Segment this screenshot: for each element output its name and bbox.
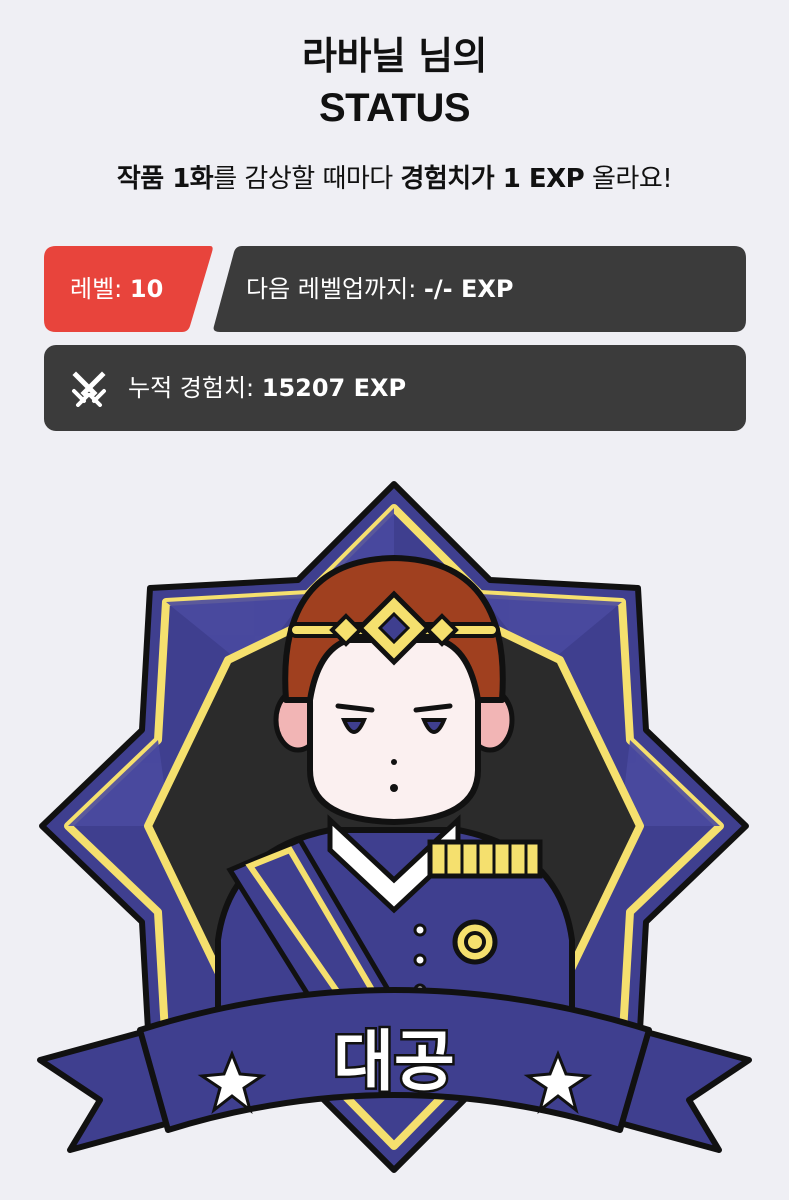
rank-badge-illustration: 대공 <box>37 481 752 1173</box>
total-exp-box: 누적 경험치: 15207 EXP <box>44 345 746 431</box>
next-levelup-box: 다음 레벨업까지: -/- EXP <box>212 246 746 332</box>
exp-info-bold-episode: 작품 1화 <box>116 164 214 194</box>
exp-info-text-2: 올라요! <box>584 164 673 194</box>
exp-info-bold-exp: 경험치가 1 EXP <box>400 164 585 194</box>
total-exp-label: 누적 경험치: <box>128 374 262 402</box>
page-title-status: STATUS <box>318 86 471 130</box>
level-value: 10 <box>129 275 164 303</box>
badge-title: 대공 <box>333 1023 454 1100</box>
exp-info-text: 작품 1화를 감상할 때마다 경험치가 1 EXP 올라요! <box>0 156 789 202</box>
page-title-user: 라바닐 님의 <box>301 34 488 78</box>
level-label: 레벨: <box>70 275 130 303</box>
exp-info-text-1: 를 감상할 때마다 <box>213 164 401 194</box>
next-levelup-label: 다음 레벨업까지: <box>246 275 424 303</box>
status-header: 라바닐 님의 STATUS <box>0 30 789 134</box>
level-badge: 레벨: 10 <box>44 246 224 332</box>
total-exp-value: 15207 EXP <box>261 374 407 402</box>
crossed-swords-icon <box>72 371 106 407</box>
next-levelup-value: -/- EXP <box>423 275 514 303</box>
